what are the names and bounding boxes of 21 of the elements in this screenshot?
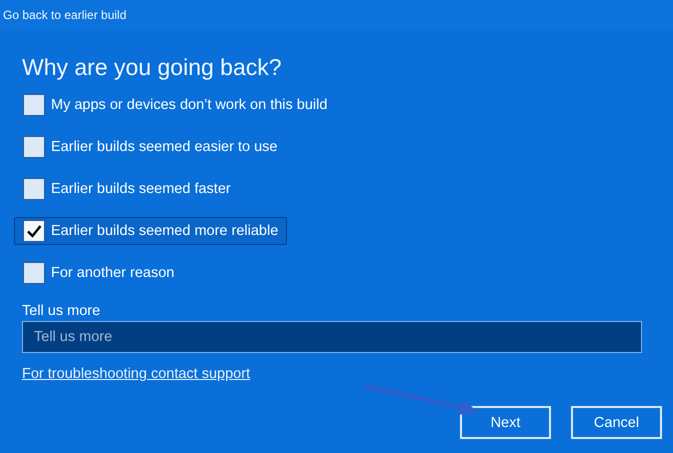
- checkbox[interactable]: [23, 262, 45, 284]
- checkbox-label: For another reason: [51, 265, 174, 281]
- checkbox-label: Earlier builds seemed more reliable: [51, 223, 278, 239]
- window-title: Go back to earlier build: [3, 8, 126, 22]
- focused-checkbox-row[interactable]: Earlier builds seemed more reliable: [14, 217, 288, 245]
- checkbox[interactable]: [23, 94, 45, 116]
- checkbox-label: My apps or devices don’t work on this build: [51, 97, 328, 113]
- input-field[interactable]: Tell us more: [22, 321, 642, 353]
- support-link[interactable]: For troubleshooting contact support: [22, 366, 250, 382]
- cancel-button[interactable]: Cancel: [571, 406, 662, 439]
- checkbox-label: Earlier builds seemed faster: [51, 181, 231, 197]
- checkbox[interactable]: [23, 178, 45, 200]
- checkbox-row[interactable]: For another reason: [14, 259, 184, 287]
- checkbox[interactable]: [23, 136, 45, 158]
- checkbox-row[interactable]: My apps or devices don’t work on this build: [14, 91, 336, 119]
- heading: Why are you going back?: [22, 54, 283, 81]
- checkbox-row[interactable]: Earlier builds seemed faster: [14, 175, 240, 203]
- checkbox[interactable]: [23, 220, 45, 242]
- field-label: Tell us more: [22, 303, 102, 319]
- checkbox-label: Earlier builds seemed easier to use: [51, 139, 278, 155]
- checkbox-row[interactable]: Earlier builds seemed easier to use: [14, 133, 286, 161]
